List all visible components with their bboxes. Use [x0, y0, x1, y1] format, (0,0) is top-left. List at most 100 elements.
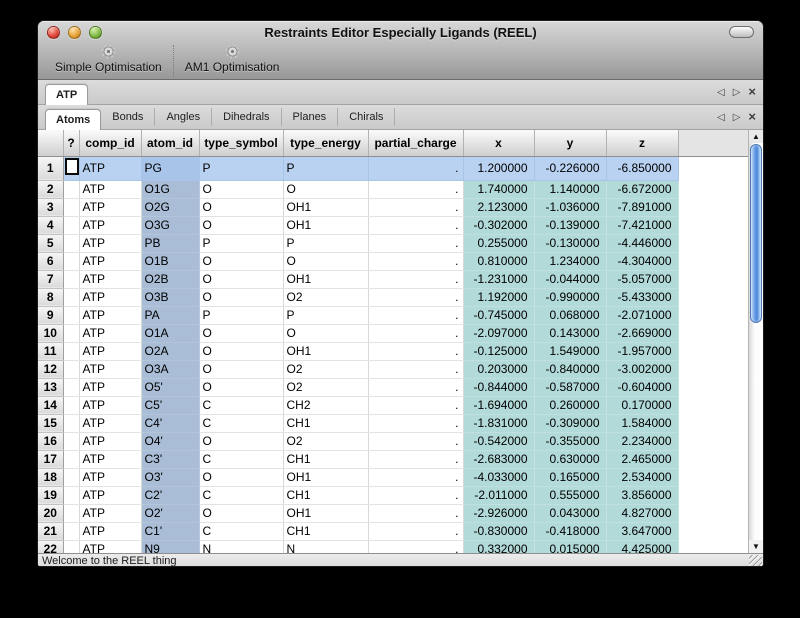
row-number[interactable]: 19 [38, 486, 63, 504]
cell-atom-id[interactable]: C4' [141, 414, 199, 432]
cell-y[interactable]: 0.043000 [534, 504, 606, 522]
cell-comp-id[interactable]: ATP [79, 378, 141, 396]
cell-comp-id[interactable]: ATP [79, 216, 141, 234]
cell-partial-charge[interactable]: . [368, 156, 463, 180]
cell-flag[interactable] [63, 486, 79, 504]
cell-x[interactable]: 1.740000 [463, 180, 534, 198]
tab-atoms[interactable]: Atoms [45, 109, 101, 130]
cell-y[interactable]: -0.044000 [534, 270, 606, 288]
cell-type-symbol[interactable]: C [199, 396, 283, 414]
cell-type-symbol[interactable]: P [199, 156, 283, 180]
row-number[interactable]: 7 [38, 270, 63, 288]
cell-flag[interactable] [63, 378, 79, 396]
cell-z[interactable]: 0.170000 [606, 396, 678, 414]
cell-z[interactable]: 4.827000 [606, 504, 678, 522]
row-number[interactable]: 1 [38, 156, 63, 180]
cell-flag[interactable] [63, 252, 79, 270]
cell-flag[interactable] [63, 342, 79, 360]
vertical-scrollbar[interactable]: ▲ ▼ [748, 130, 763, 553]
cell-type-energy[interactable]: P [283, 156, 368, 180]
cell-type-symbol[interactable]: C [199, 522, 283, 540]
cell-type-energy[interactable]: OH1 [283, 198, 368, 216]
cell-type-energy[interactable]: CH1 [283, 522, 368, 540]
cell-y[interactable]: -0.418000 [534, 522, 606, 540]
cell-y[interactable]: -0.139000 [534, 216, 606, 234]
row-number[interactable]: 13 [38, 378, 63, 396]
cell-z[interactable]: 3.856000 [606, 486, 678, 504]
row-number[interactable]: 6 [38, 252, 63, 270]
cell-flag[interactable] [63, 504, 79, 522]
scroll-tabs-right-icon[interactable]: ▷ [733, 87, 741, 98]
cell-x[interactable]: 1.200000 [463, 156, 534, 180]
cell-y[interactable]: -0.355000 [534, 432, 606, 450]
row-number[interactable]: 4 [38, 216, 63, 234]
cell-partial-charge[interactable]: . [368, 342, 463, 360]
row-number[interactable]: 2 [38, 180, 63, 198]
cell-type-energy[interactable]: OH1 [283, 468, 368, 486]
column-header-atom-id[interactable]: atom_id [141, 130, 199, 156]
table-row[interactable]: 15 ATP C4' C CH1 . -1.831000 -0.309000 1… [38, 414, 749, 432]
cell-y[interactable]: 1.140000 [534, 180, 606, 198]
cell-atom-id[interactable]: O5' [141, 378, 199, 396]
cell-partial-charge[interactable]: . [368, 360, 463, 378]
toolbar-toggle-button[interactable] [729, 26, 754, 38]
cell-z[interactable]: -7.891000 [606, 198, 678, 216]
cell-atom-id[interactable]: PG [141, 156, 199, 180]
cell-atom-id[interactable]: O4' [141, 432, 199, 450]
scroll-tabs-left-icon[interactable]: ◁ [717, 87, 725, 98]
cell-z[interactable]: -6.850000 [606, 156, 678, 180]
cell-x[interactable]: -1.231000 [463, 270, 534, 288]
cell-comp-id[interactable]: ATP [79, 180, 141, 198]
cell-type-energy[interactable]: CH2 [283, 396, 368, 414]
cell-x[interactable]: -0.745000 [463, 306, 534, 324]
cell-flag[interactable] [63, 324, 79, 342]
cell-y[interactable]: 0.630000 [534, 450, 606, 468]
table-row[interactable]: 20 ATP O2' O OH1 . -2.926000 0.043000 4.… [38, 504, 749, 522]
cell-type-energy[interactable]: O2 [283, 378, 368, 396]
cell-z[interactable]: -5.433000 [606, 288, 678, 306]
cell-atom-id[interactable]: PA [141, 306, 199, 324]
cell-y[interactable]: 0.260000 [534, 396, 606, 414]
row-number[interactable]: 3 [38, 198, 63, 216]
tab-dihedrals[interactable]: Dihedrals [212, 108, 281, 126]
row-number[interactable]: 5 [38, 234, 63, 252]
cell-type-energy[interactable]: O [283, 252, 368, 270]
cell-y[interactable]: -0.840000 [534, 360, 606, 378]
simple-optimisation-button[interactable]: Simple Optimisation [44, 43, 173, 79]
cell-type-symbol[interactable]: P [199, 306, 283, 324]
cell-z[interactable]: -7.421000 [606, 216, 678, 234]
scrollbar-track[interactable] [749, 143, 763, 540]
cell-z[interactable]: -2.669000 [606, 324, 678, 342]
cell-partial-charge[interactable]: . [368, 252, 463, 270]
row-number[interactable]: 11 [38, 342, 63, 360]
column-header-type-symbol[interactable]: type_symbol [199, 130, 283, 156]
cell-z[interactable]: 2.234000 [606, 432, 678, 450]
table-row[interactable]: 1 ATP PG P P . 1.200000 -0.226000 -6.850… [38, 156, 749, 180]
cell-atom-id[interactable]: C1' [141, 522, 199, 540]
cell-partial-charge[interactable]: . [368, 378, 463, 396]
cell-flag[interactable] [63, 396, 79, 414]
cell-y[interactable]: 0.068000 [534, 306, 606, 324]
row-number[interactable]: 8 [38, 288, 63, 306]
row-number[interactable]: 15 [38, 414, 63, 432]
table-row[interactable]: 12 ATP O3A O O2 . 0.203000 -0.840000 -3.… [38, 360, 749, 378]
cell-x[interactable]: -4.033000 [463, 468, 534, 486]
cell-type-energy[interactable]: CH1 [283, 414, 368, 432]
cell-comp-id[interactable]: ATP [79, 504, 141, 522]
cell-type-energy[interactable]: O [283, 324, 368, 342]
cell-comp-id[interactable]: ATP [79, 522, 141, 540]
cell-type-symbol[interactable]: C [199, 450, 283, 468]
cell-type-energy[interactable]: CH1 [283, 486, 368, 504]
cell-x[interactable]: 2.123000 [463, 198, 534, 216]
cell-type-energy[interactable]: OH1 [283, 270, 368, 288]
cell-z[interactable]: -0.604000 [606, 378, 678, 396]
cell-atom-id[interactable]: O3G [141, 216, 199, 234]
cell-z[interactable]: -4.304000 [606, 252, 678, 270]
cell-comp-id[interactable]: ATP [79, 288, 141, 306]
cell-partial-charge[interactable]: . [368, 306, 463, 324]
cell-partial-charge[interactable]: . [368, 234, 463, 252]
cell-partial-charge[interactable]: . [368, 486, 463, 504]
cell-type-energy[interactable]: P [283, 234, 368, 252]
cell-partial-charge[interactable]: . [368, 504, 463, 522]
cell-type-symbol[interactable]: O [199, 270, 283, 288]
